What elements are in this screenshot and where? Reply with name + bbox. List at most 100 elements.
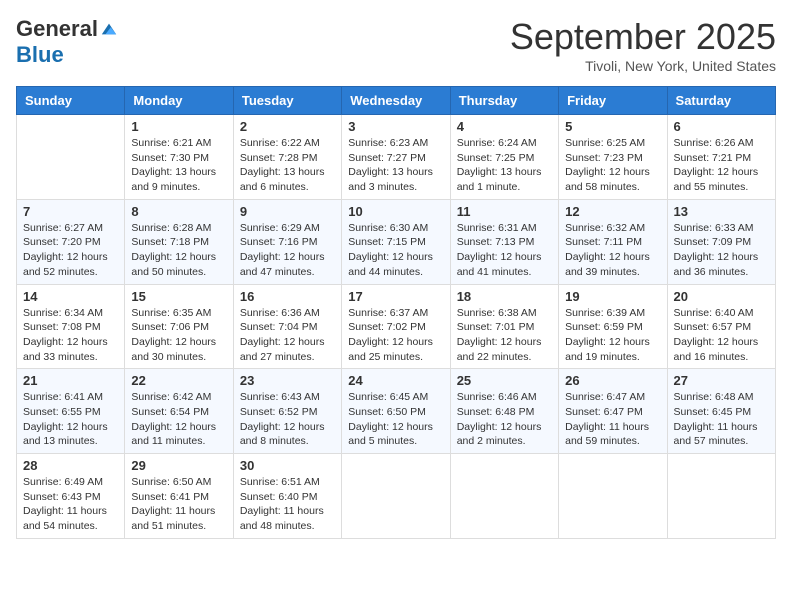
day-detail: Sunrise: 6:48 AMSunset: 6:45 PMDaylight:…	[674, 390, 769, 449]
day-number: 4	[457, 119, 552, 134]
day-number: 3	[348, 119, 443, 134]
calendar-cell: 7Sunrise: 6:27 AMSunset: 7:20 PMDaylight…	[17, 199, 125, 284]
calendar-cell: 23 Sunrise: 6:43 AMSunset: 6:52 PMDayligh…	[233, 369, 341, 454]
calendar-cell: 18 Sunrise: 6:38 AMSunset: 7:01 PMDayligh…	[450, 284, 558, 369]
calendar-cell: 19Sunrise: 6:39 AMSunset: 6:59 PMDayligh…	[559, 284, 667, 369]
calendar-cell	[667, 454, 775, 539]
day-detail: Sunrise: 6:32 AMSunset: 7:11 PMDaylight:…	[565, 221, 660, 280]
calendar-cell: 1Sunrise: 6:21 AMSunset: 7:30 PMDaylight…	[125, 115, 233, 200]
day-detail: Sunrise: 6:25 AMSunset: 7:23 PMDaylight:…	[565, 136, 660, 195]
calendar-cell: 22 Sunrise: 6:42 AMSunset: 6:54 PMDayligh…	[125, 369, 233, 454]
calendar-cell: 20Sunrise: 6:40 AMSunset: 6:57 PMDayligh…	[667, 284, 775, 369]
day-number: 8	[131, 204, 226, 219]
day-number: 30	[240, 458, 335, 473]
calendar-cell: 26 Sunrise: 6:47 AMSunset: 6:47 PMDayligh…	[559, 369, 667, 454]
calendar-cell: 11Sunrise: 6:31 AMSunset: 7:13 PMDayligh…	[450, 199, 558, 284]
calendar-week-row: 28 Sunrise: 6:49 AMSunset: 6:43 PMDayligh…	[17, 454, 776, 539]
calendar-cell: 28 Sunrise: 6:49 AMSunset: 6:43 PMDayligh…	[17, 454, 125, 539]
calendar-cell: 8 Sunrise: 6:28 AMSunset: 7:18 PMDaylight…	[125, 199, 233, 284]
calendar-table: SundayMondayTuesdayWednesdayThursdayFrid…	[16, 86, 776, 539]
day-detail: Sunrise: 6:37 AMSunset: 7:02 PMDaylight:…	[348, 306, 443, 365]
day-number: 15	[131, 289, 226, 304]
day-detail: Sunrise: 6:24 AMSunset: 7:25 PMDaylight:…	[457, 136, 552, 195]
calendar-cell: 15 Sunrise: 6:35 AMSunset: 7:06 PMDayligh…	[125, 284, 233, 369]
calendar-cell: 27 Sunrise: 6:48 AMSunset: 6:45 PMDayligh…	[667, 369, 775, 454]
calendar-week-row: 21Sunrise: 6:41 AMSunset: 6:55 PMDayligh…	[17, 369, 776, 454]
day-detail: Sunrise: 6:31 AMSunset: 7:13 PMDaylight:…	[457, 221, 552, 280]
day-detail: Sunrise: 6:47 AMSunset: 6:47 PMDaylight:…	[565, 390, 660, 449]
month-title: September 2025	[510, 16, 776, 58]
calendar-cell: 21Sunrise: 6:41 AMSunset: 6:55 PMDayligh…	[17, 369, 125, 454]
day-number: 9	[240, 204, 335, 219]
calendar-week-row: 1Sunrise: 6:21 AMSunset: 7:30 PMDaylight…	[17, 115, 776, 200]
day-number: 19	[565, 289, 660, 304]
day-detail: Sunrise: 6:51 AMSunset: 6:40 PMDaylight:…	[240, 475, 335, 534]
calendar-cell	[559, 454, 667, 539]
day-detail: Sunrise: 6:35 AMSunset: 7:06 PMDaylight:…	[131, 306, 226, 365]
logo-blue-text: Blue	[16, 42, 64, 68]
calendar-cell: 9 Sunrise: 6:29 AMSunset: 7:16 PMDaylight…	[233, 199, 341, 284]
day-number: 16	[240, 289, 335, 304]
day-detail: Sunrise: 6:26 AMSunset: 7:21 PMDaylight:…	[674, 136, 769, 195]
calendar-cell	[450, 454, 558, 539]
day-detail: Sunrise: 6:45 AMSunset: 6:50 PMDaylight:…	[348, 390, 443, 449]
day-number: 22	[131, 373, 226, 388]
calendar-week-row: 7Sunrise: 6:27 AMSunset: 7:20 PMDaylight…	[17, 199, 776, 284]
calendar-cell	[17, 115, 125, 200]
day-number: 25	[457, 373, 552, 388]
weekday-header-thursday: Thursday	[450, 87, 558, 115]
calendar-cell: 25Sunrise: 6:46 AMSunset: 6:48 PMDayligh…	[450, 369, 558, 454]
day-detail: Sunrise: 6:38 AMSunset: 7:01 PMDaylight:…	[457, 306, 552, 365]
calendar-cell: 30 Sunrise: 6:51 AMSunset: 6:40 PMDayligh…	[233, 454, 341, 539]
day-number: 18	[457, 289, 552, 304]
day-detail: Sunrise: 6:28 AMSunset: 7:18 PMDaylight:…	[131, 221, 226, 280]
calendar-cell: 13Sunrise: 6:33 AMSunset: 7:09 PMDayligh…	[667, 199, 775, 284]
day-number: 26	[565, 373, 660, 388]
logo: General Blue	[16, 16, 118, 68]
weekday-header-monday: Monday	[125, 87, 233, 115]
calendar-header-row: SundayMondayTuesdayWednesdayThursdayFrid…	[17, 87, 776, 115]
day-detail: Sunrise: 6:33 AMSunset: 7:09 PMDaylight:…	[674, 221, 769, 280]
calendar-cell	[342, 454, 450, 539]
day-detail: Sunrise: 6:22 AMSunset: 7:28 PMDaylight:…	[240, 136, 335, 195]
day-number: 20	[674, 289, 769, 304]
calendar-cell: 2Sunrise: 6:22 AMSunset: 7:28 PMDaylight…	[233, 115, 341, 200]
day-number: 14	[23, 289, 118, 304]
calendar-cell: 17 Sunrise: 6:37 AMSunset: 7:02 PMDayligh…	[342, 284, 450, 369]
day-number: 17	[348, 289, 443, 304]
day-number: 5	[565, 119, 660, 134]
page-header: General Blue September 2025 Tivoli, New …	[16, 16, 776, 74]
calendar-cell: 5 Sunrise: 6:25 AMSunset: 7:23 PMDaylight…	[559, 115, 667, 200]
day-detail: Sunrise: 6:27 AMSunset: 7:20 PMDaylight:…	[23, 221, 118, 280]
calendar-cell: 6Sunrise: 6:26 AMSunset: 7:21 PMDaylight…	[667, 115, 775, 200]
calendar-cell: 4 Sunrise: 6:24 AMSunset: 7:25 PMDaylight…	[450, 115, 558, 200]
day-detail: Sunrise: 6:49 AMSunset: 6:43 PMDaylight:…	[23, 475, 118, 534]
day-number: 24	[348, 373, 443, 388]
day-number: 21	[23, 373, 118, 388]
day-detail: Sunrise: 6:23 AMSunset: 7:27 PMDaylight:…	[348, 136, 443, 195]
title-section: September 2025 Tivoli, New York, United …	[510, 16, 776, 74]
weekday-header-wednesday: Wednesday	[342, 87, 450, 115]
day-detail: Sunrise: 6:29 AMSunset: 7:16 PMDaylight:…	[240, 221, 335, 280]
calendar-cell: 12 Sunrise: 6:32 AMSunset: 7:11 PMDayligh…	[559, 199, 667, 284]
day-number: 28	[23, 458, 118, 473]
calendar-week-row: 14Sunrise: 6:34 AMSunset: 7:08 PMDayligh…	[17, 284, 776, 369]
day-number: 12	[565, 204, 660, 219]
day-number: 23	[240, 373, 335, 388]
calendar-cell: 3 Sunrise: 6:23 AMSunset: 7:27 PMDaylight…	[342, 115, 450, 200]
calendar-cell: 16Sunrise: 6:36 AMSunset: 7:04 PMDayligh…	[233, 284, 341, 369]
calendar-cell: 29 Sunrise: 6:50 AMSunset: 6:41 PMDayligh…	[125, 454, 233, 539]
weekday-header-friday: Friday	[559, 87, 667, 115]
day-number: 27	[674, 373, 769, 388]
location-text: Tivoli, New York, United States	[510, 58, 776, 74]
day-detail: Sunrise: 6:42 AMSunset: 6:54 PMDaylight:…	[131, 390, 226, 449]
day-detail: Sunrise: 6:50 AMSunset: 6:41 PMDaylight:…	[131, 475, 226, 534]
day-number: 10	[348, 204, 443, 219]
logo-icon	[100, 20, 118, 38]
day-detail: Sunrise: 6:21 AMSunset: 7:30 PMDaylight:…	[131, 136, 226, 195]
day-detail: Sunrise: 6:43 AMSunset: 6:52 PMDaylight:…	[240, 390, 335, 449]
day-number: 29	[131, 458, 226, 473]
calendar-cell: 24 Sunrise: 6:45 AMSunset: 6:50 PMDayligh…	[342, 369, 450, 454]
calendar-cell: 14Sunrise: 6:34 AMSunset: 7:08 PMDayligh…	[17, 284, 125, 369]
weekday-header-sunday: Sunday	[17, 87, 125, 115]
